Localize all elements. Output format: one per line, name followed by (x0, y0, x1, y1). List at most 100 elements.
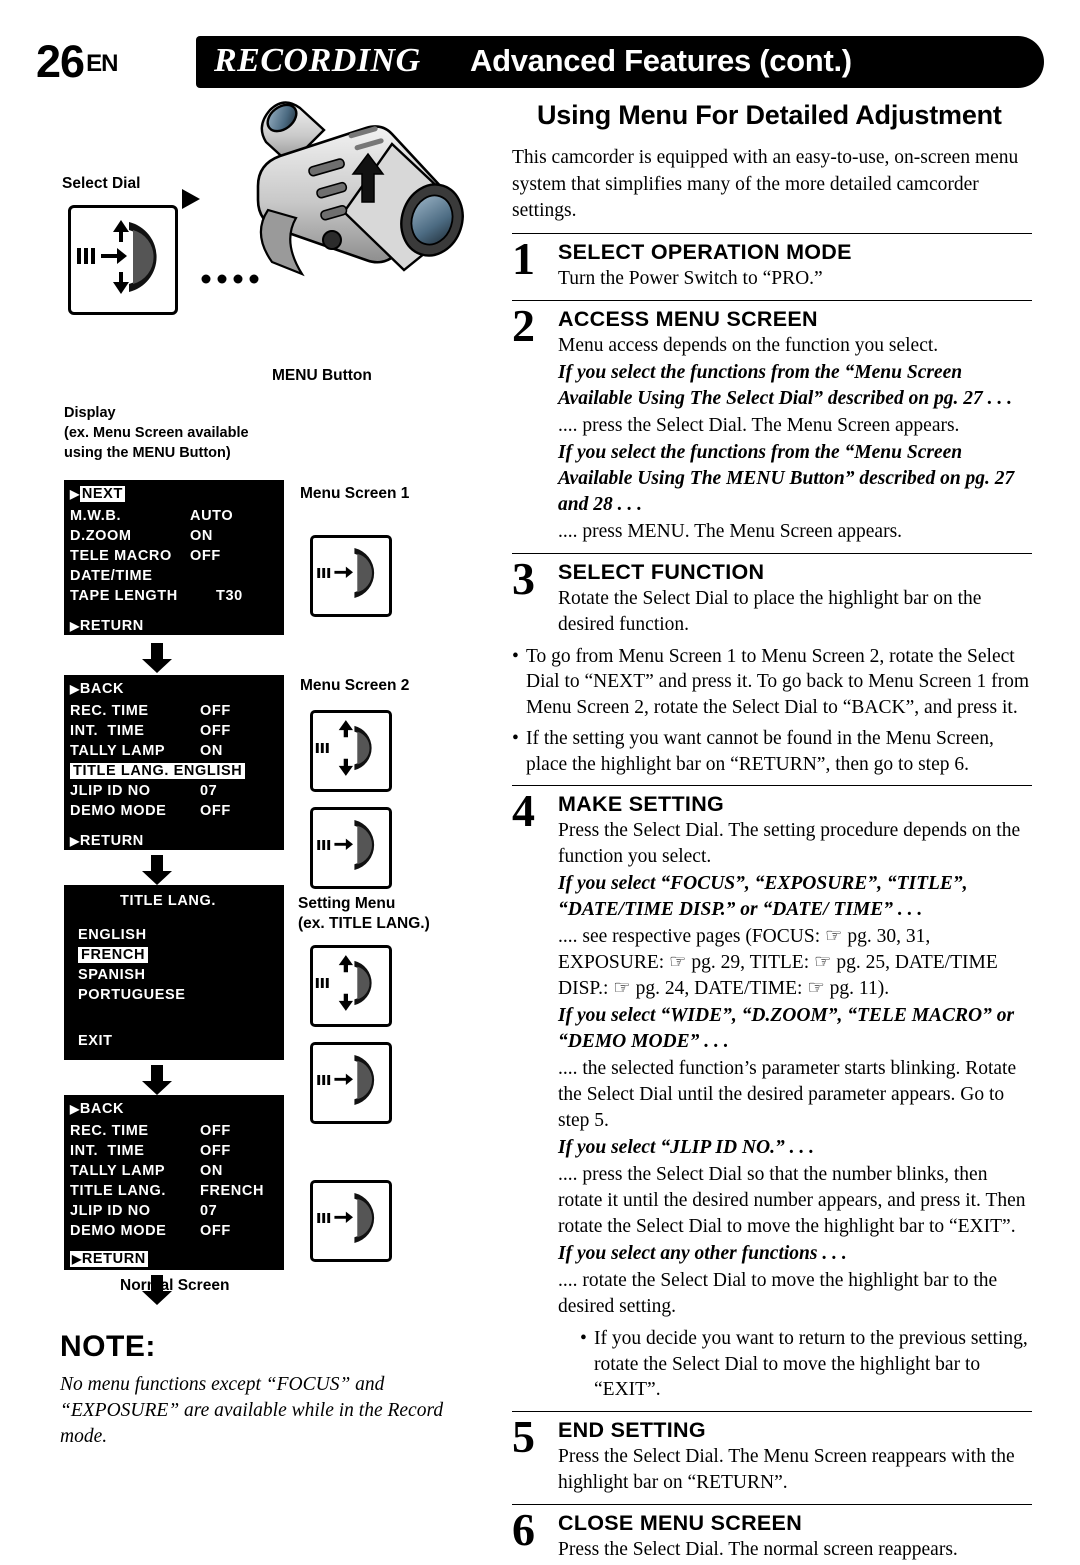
setting-option-3[interactable]: PORTUGUESE (78, 987, 186, 1003)
menu1-row-0-name[interactable]: M.W.B. (70, 508, 121, 524)
step-6-body: Press the Select Dial. The normal screen… (558, 1538, 958, 1560)
menu2-row-1-name[interactable]: INT. TIME (70, 723, 144, 739)
camcorder-illustration (256, 101, 464, 277)
step-1-number: 1 (512, 232, 535, 284)
step-5-body: Press the Select Dial. The Menu Screen r… (558, 1445, 1015, 1493)
menu2-row-0-name[interactable]: REC. TIME (70, 703, 149, 719)
select-dial-icon (77, 220, 157, 294)
step-2-number: 2 (512, 299, 535, 351)
menu1-row-2-name[interactable]: TELE MACRO (70, 548, 172, 564)
step-3-bullet-1: If the setting you want cannot be found … (512, 726, 1032, 777)
step-1-title: SELECT OPERATION MODE (558, 239, 852, 264)
step-3-body: Rotate the Select Dial to place the high… (558, 587, 982, 635)
menu2-row-4-value: 07 (200, 783, 218, 799)
step-4-sub-4-heading: If you select any other functions . . . (558, 1243, 847, 1264)
setting-menu-screen: TITLE LANG. ENGLISH FRENCH SPANISH PORTU… (64, 885, 284, 1060)
menu3-row-2-value: ON (200, 1163, 223, 1179)
step-1: 1 SELECT OPERATION MODE Turn the Power S… (512, 235, 1032, 292)
menu-screen-2-label: Menu Screen 2 (300, 677, 410, 694)
step-6-number: 6 (512, 1503, 535, 1555)
setting-menu-label-line2: (ex. TITLE LANG.) (298, 915, 430, 932)
divider (512, 785, 1032, 786)
step-4-sub-1-heading: If you select “FOCUS”, “EXPOSURE”, “TITL… (558, 873, 968, 920)
intro-paragraph: This camcorder is equipped with an easy-… (512, 147, 1019, 221)
menu1-row-3-name[interactable]: DATE/TIME (70, 568, 152, 584)
step-4-title: MAKE SETTING (558, 792, 725, 816)
flow-arrow-down-icon-2 (142, 855, 172, 885)
step-4-sub-2-heading: If you select “WIDE”, “D.ZOOM”, “TELE MA… (558, 1005, 1015, 1052)
select-dial-illustration (68, 205, 178, 315)
step-3-bullet-0: To go from Menu Screen 1 to Menu Screen … (512, 644, 1032, 721)
dial-icon-box-3 (310, 807, 392, 889)
menu3-row-2-name[interactable]: TALLY LAMP (70, 1163, 165, 1179)
page-number-value: 26 (36, 36, 85, 87)
menu3-row-4-name[interactable]: JLIP ID NO (70, 1203, 151, 1219)
menu3-row-3-name[interactable]: TITLE LANG. (70, 1183, 166, 1199)
menu2-return-item[interactable]: RETURN (80, 833, 144, 849)
menu3-row-1-value: OFF (200, 1143, 231, 1159)
menu1-row-2-value: OFF (190, 548, 221, 564)
step-2: 2 ACCESS MENU SCREEN Menu access depends… (512, 302, 1032, 545)
menu2-row-0-value: OFF (200, 703, 231, 719)
menu3-row-4-value: 07 (200, 1203, 218, 1219)
step-4: 4 MAKE SETTING Press the Select Dial. Th… (512, 788, 1032, 1403)
setting-menu-label-line1: Setting Menu (298, 895, 396, 912)
flow-arrow-down-icon-1 (142, 643, 172, 673)
menu2-row-3-highlight[interactable]: TITLE LANG. ENGLISH (70, 763, 246, 779)
select-dial-press-icon (317, 820, 375, 870)
right-content-column: Using Menu For Detailed Adjustment This … (512, 100, 1032, 1565)
menu3-return-item[interactable]: RETURN (82, 1251, 146, 1267)
menu3-back-item[interactable]: BACK (80, 1101, 124, 1117)
note-title: NOTE: (60, 1330, 156, 1363)
step-4-number: 4 (512, 785, 535, 836)
setting-option-1[interactable]: FRENCH (78, 947, 149, 963)
menu3-row-0-name[interactable]: REC. TIME (70, 1123, 149, 1139)
header-title-sub: Advanced Features (cont.) (470, 43, 852, 78)
divider (512, 232, 1032, 234)
menu-screen-1-label: Menu Screen 1 (300, 485, 410, 502)
setting-option-2[interactable]: SPANISH (78, 967, 146, 983)
step-2-sub-2-heading: If you select the functions from the “Me… (558, 441, 1015, 515)
select-dial-label: Select Dial (62, 175, 141, 192)
menu1-next-item[interactable]: NEXT (79, 486, 125, 502)
select-dial-icon (317, 548, 375, 598)
step-2-sub-1-text: .... press the Select Dial. The Menu Scr… (558, 414, 960, 436)
step-4-bullet-0: If you decide you want to return to the … (580, 1326, 1032, 1403)
menu2-row-5-value: OFF (200, 803, 231, 819)
step-1-body: Turn the Power Switch to “PRO.” (558, 267, 823, 289)
step-5-title: END SETTING (558, 1417, 706, 1442)
select-dial-press-icon (317, 1193, 375, 1243)
menu2-row-5-name[interactable]: DEMO MODE (70, 803, 166, 819)
menu2-row-4-name[interactable]: JLIP ID NO (70, 783, 151, 799)
page-language: EN (86, 50, 118, 77)
divider (512, 552, 1032, 554)
menu2-row-3-name: TITLE LANG. (73, 763, 170, 779)
step-6: 6 CLOSE MENU SCREEN Press the Select Dia… (512, 1506, 1032, 1563)
select-dial-rotate-icon (315, 955, 372, 1011)
step-4-sub-2-text: .... the selected function’s parameter s… (558, 1058, 1017, 1131)
step-3-number: 3 (512, 552, 535, 604)
menu1-return-item[interactable]: RETURN (80, 618, 144, 634)
setting-menu-title: TITLE LANG. (120, 893, 217, 909)
dial-icon-box-1 (310, 535, 392, 617)
setting-option-0[interactable]: ENGLISH (78, 927, 147, 943)
setting-exit-item[interactable]: EXIT (78, 1033, 113, 1049)
step-2-sub-2-text: .... press MENU. The Menu Screen appears… (558, 520, 903, 542)
select-dial-rotate-icon (315, 720, 372, 776)
menu3-row-1-name[interactable]: INT. TIME (70, 1143, 144, 1159)
menu1-row-4-name[interactable]: TAPE LENGTH (70, 588, 178, 604)
menu2-row-2-name[interactable]: TALLY LAMP (70, 743, 165, 759)
menu2-row-2-value: ON (200, 743, 223, 759)
section-title: Using Menu For Detailed Adjustment (537, 100, 1002, 130)
step-5-number: 5 (512, 1410, 535, 1462)
divider (512, 299, 1032, 301)
step-2-title: ACCESS MENU SCREEN (558, 306, 818, 331)
select-dial-press-icon (317, 1055, 375, 1105)
flow-arrow-down-icon-3 (142, 1065, 172, 1095)
page-header: 26EN RECORDING Advanced Features (cont.) (0, 36, 1080, 92)
menu2-back-item[interactable]: BACK (80, 681, 124, 697)
menu3-row-5-name[interactable]: DEMO MODE (70, 1223, 166, 1239)
menu1-row-1-name[interactable]: D.ZOOM (70, 528, 132, 544)
menu3-row-0-value: OFF (200, 1123, 231, 1139)
step-3-bullets: To go from Menu Screen 1 to Menu Screen … (512, 644, 1032, 778)
